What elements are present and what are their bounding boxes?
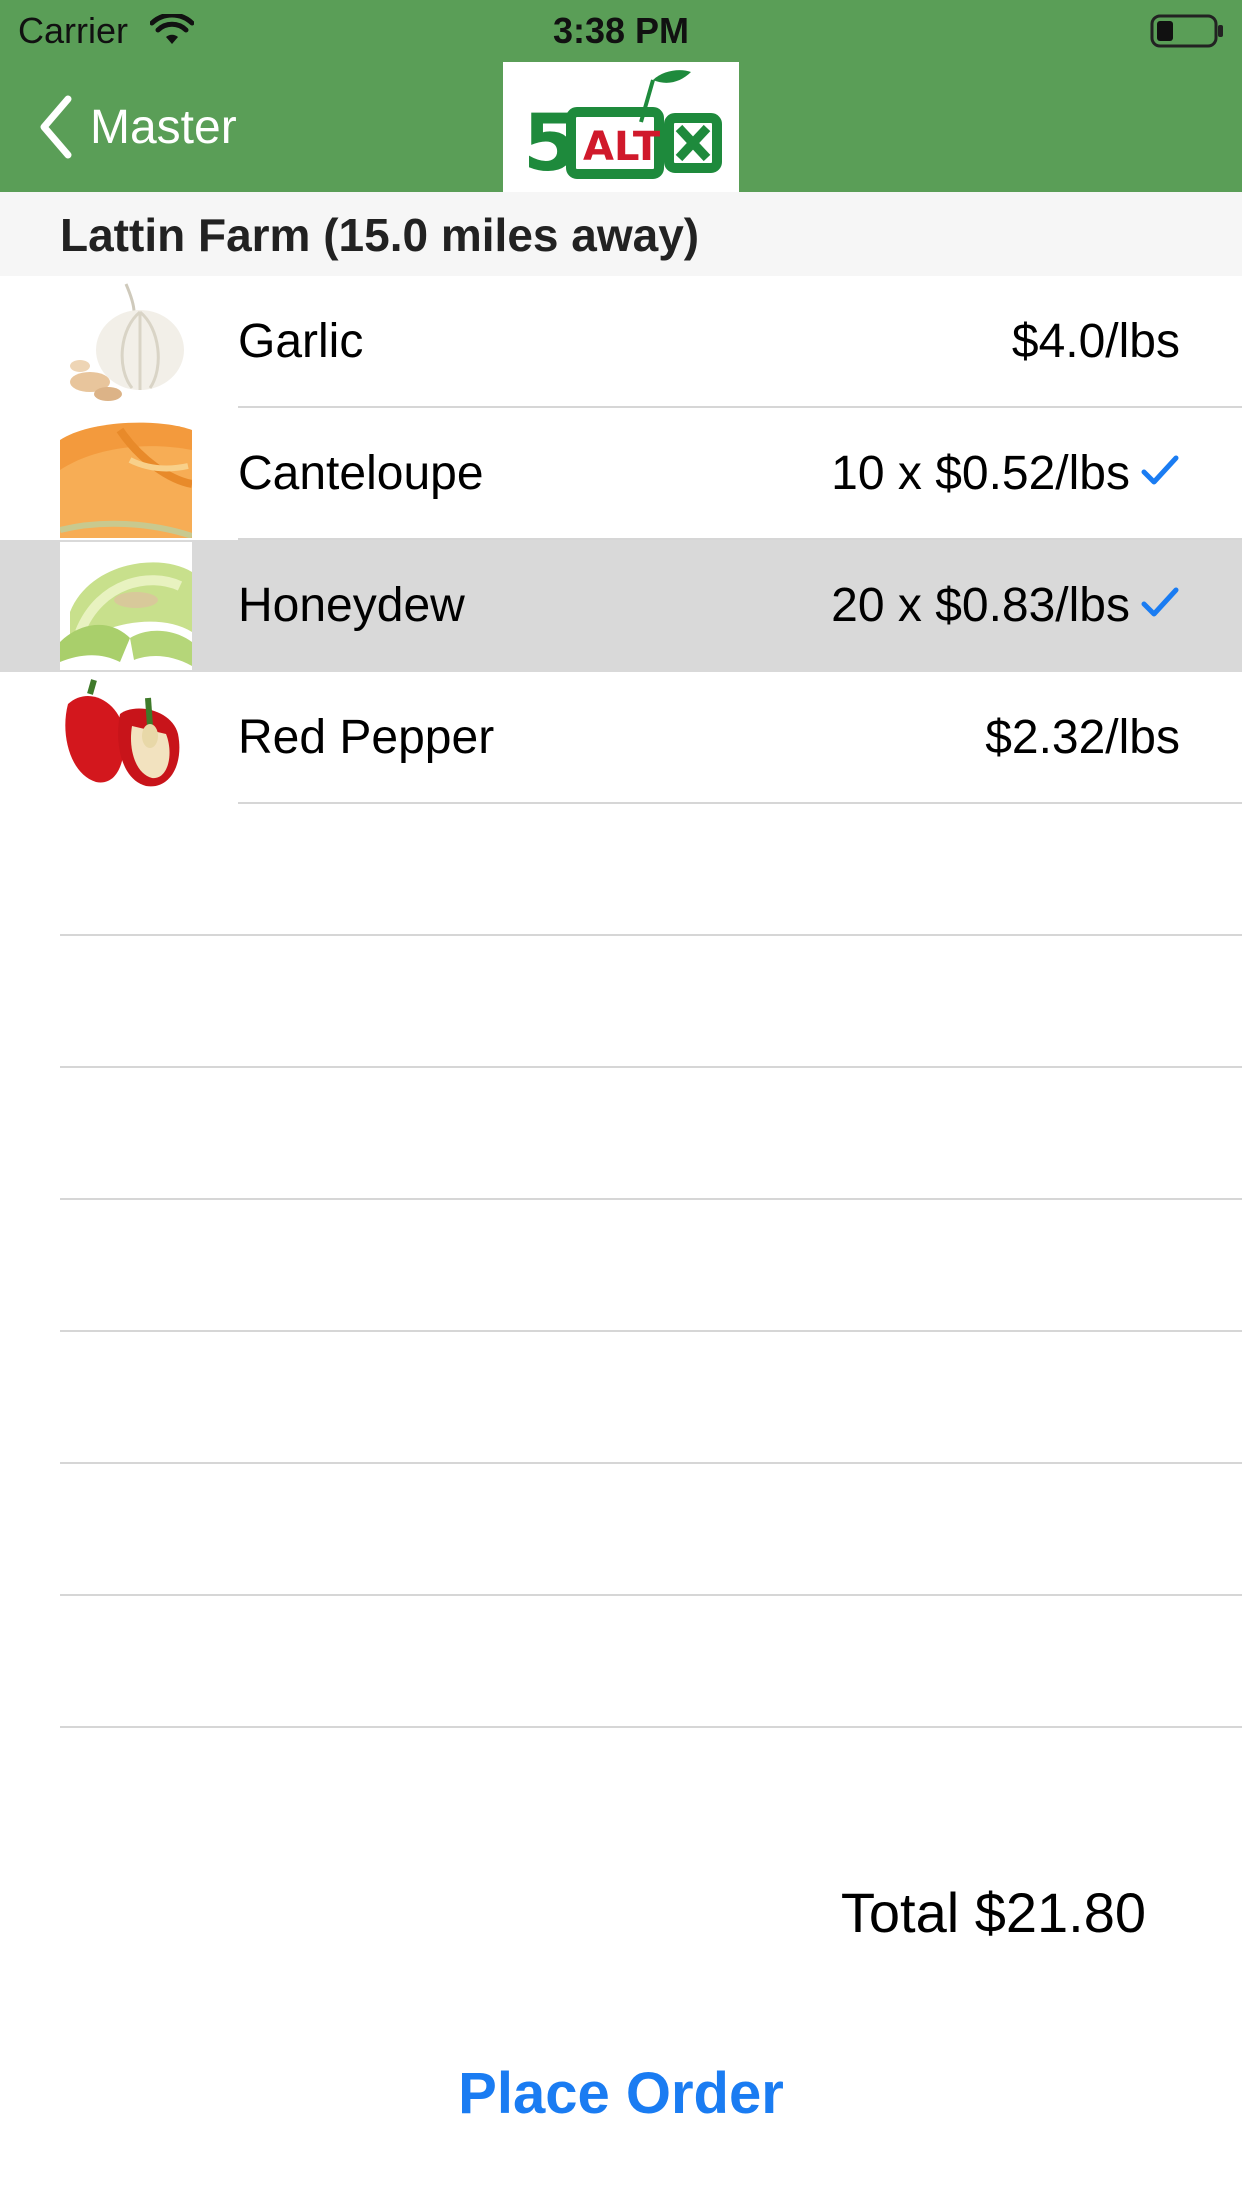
checkmark-icon	[1141, 587, 1179, 617]
item-price: 10 x $0.52/lbs	[831, 447, 1130, 500]
farm-section-header: Lattin Farm (15.0 miles away)	[0, 192, 1242, 276]
list-item-red-pepper[interactable]: Red Pepper $2.32/lbs	[0, 672, 1242, 804]
item-name: Canteloupe	[238, 447, 484, 500]
status-bar: Carrier 3:38 PM	[0, 0, 1242, 62]
canteloupe-image	[60, 410, 192, 538]
list-item-garlic[interactable]: Garlic $4.0/lbs	[0, 276, 1242, 408]
empty-row	[0, 1332, 1242, 1464]
list-item-canteloupe[interactable]: Canteloupe 10 x $0.52/lbs	[0, 408, 1242, 540]
item-price: $4.0/lbs	[1011, 315, 1180, 368]
garlic-image	[60, 278, 192, 406]
empty-row	[0, 1200, 1242, 1332]
item-name: Red Pepper	[238, 711, 495, 764]
item-price: $2.32/lbs	[985, 711, 1180, 764]
empty-row	[0, 1068, 1242, 1200]
empty-row	[0, 804, 1242, 936]
list-item-honeydew[interactable]: Honeydew 20 x $0.83/lbs	[0, 540, 1242, 672]
item-name: Garlic	[238, 315, 364, 368]
red-pepper-image	[60, 674, 192, 802]
order-total: Total $21.80	[840, 1881, 1146, 1944]
produce-list: Garlic $4.0/lbs Canteloupe 10 x $0.52/lb…	[0, 276, 1242, 1728]
item-price: 20 x $0.83/lbs	[831, 579, 1130, 632]
logo-text: ALT	[583, 124, 661, 170]
navigation-bar: Master 5 ALT	[0, 62, 1242, 192]
empty-row	[0, 1596, 1242, 1728]
honeydew-image	[60, 542, 192, 670]
farm-title: Lattin Farm (15.0 miles away)	[60, 209, 700, 261]
app-logo: 5 ALT	[503, 62, 739, 192]
empty-row	[0, 936, 1242, 1068]
place-order-button[interactable]: Place Order	[0, 2060, 1242, 2127]
back-button-label: Master	[90, 100, 237, 154]
checkmark-icon	[1141, 455, 1179, 485]
chevron-left-icon	[40, 95, 72, 159]
battery-icon	[1150, 14, 1223, 48]
back-button[interactable]: Master	[36, 92, 237, 162]
empty-row	[0, 1464, 1242, 1596]
item-name: Honeydew	[238, 579, 465, 632]
row-separator	[60, 1726, 1242, 1728]
clock-time: 3:38 PM	[552, 10, 690, 51]
